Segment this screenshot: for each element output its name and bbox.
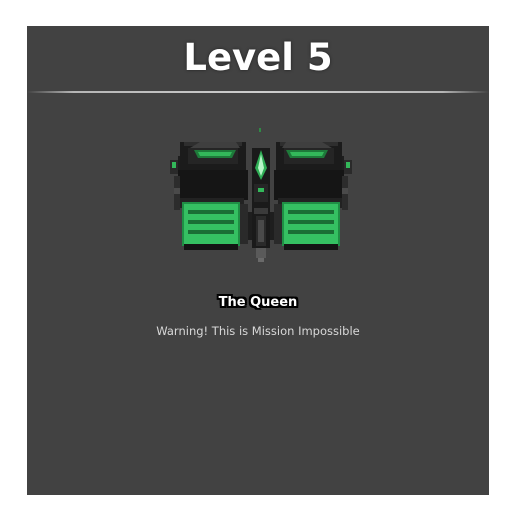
boss-name: The Queen	[218, 295, 298, 310]
level-title: Level 5	[183, 36, 333, 79]
level-intro-panel: Level 5 The Queen Warning! This is Missi…	[27, 26, 489, 495]
title-divider	[27, 91, 489, 93]
mission-warning-text: Warning! This is Mission Impossible	[156, 324, 360, 338]
boss-ship-icon	[170, 128, 352, 262]
